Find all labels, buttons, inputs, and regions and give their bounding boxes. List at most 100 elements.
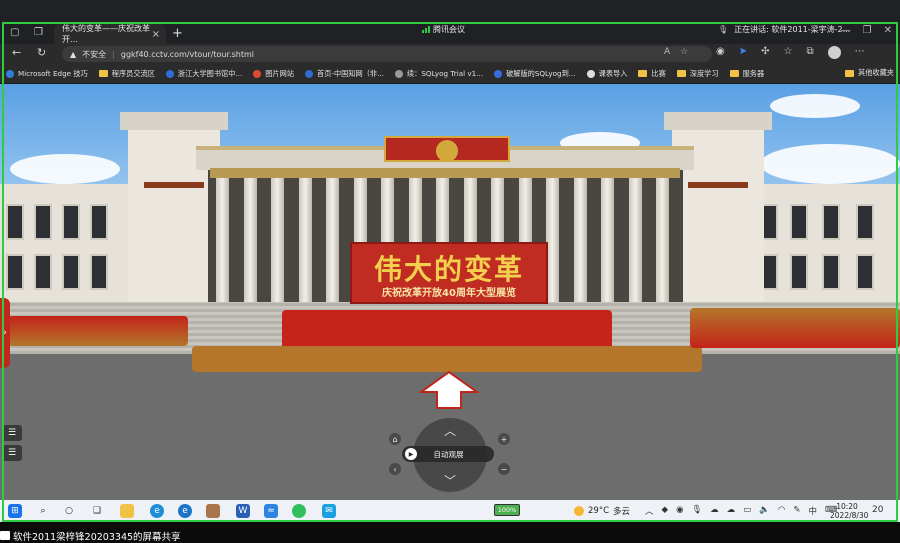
chevron-down-icon[interactable]: ﹀ xyxy=(413,472,487,489)
bookmark-item[interactable]: 深度学习 xyxy=(676,68,719,79)
exhibit-banner[interactable]: 伟大的变革 庆祝改革开放40周年大型展览 xyxy=(350,242,548,304)
battery-indicator[interactable]: 100% xyxy=(494,504,520,516)
bookmark-item[interactable]: 比赛 xyxy=(638,68,666,79)
refresh-icon[interactable]: ↻ xyxy=(37,46,46,59)
add-favorite-icon[interactable]: ☆ xyxy=(680,47,688,57)
battery-label: 100% xyxy=(497,506,517,514)
security-status[interactable]: 不安全 xyxy=(82,49,106,60)
zoom-in-icon[interactable]: + xyxy=(498,433,510,445)
column xyxy=(216,178,229,302)
bookmark-label: 首页-中国知网（非... xyxy=(317,68,384,78)
screen-share-text: 软件2011梁梓锋20203345的屏幕共享 xyxy=(13,531,181,543)
bookmark-item[interactable]: 图片网站 xyxy=(253,69,294,79)
minimize-icon[interactable]: — xyxy=(841,25,851,36)
profile-avatar[interactable] xyxy=(827,46,841,59)
bookmark-label: 破解版的SQLyog到... xyxy=(506,68,576,78)
move-forward-arrow-icon[interactable] xyxy=(419,370,479,410)
address-actions: A ☆ xyxy=(664,47,688,57)
flower-bed-left xyxy=(8,316,188,346)
extension-puzzle-icon[interactable]: ✣ xyxy=(761,46,769,59)
bookmark-label: 课表导入 xyxy=(598,68,628,78)
bookmark-item[interactable]: 课表导入 xyxy=(586,68,628,79)
browser-icon[interactable]: e xyxy=(178,504,192,518)
app-icon[interactable] xyxy=(206,504,220,518)
rotate-left-icon[interactable]: ‹ xyxy=(389,463,401,475)
menu-list-icon[interactable]: ☰ xyxy=(2,445,22,461)
bookmark-item[interactable]: 服务器 xyxy=(729,69,764,79)
auto-tour-button[interactable]: ▶ 自动观展 xyxy=(402,446,494,462)
bookmark-item[interactable]: 浙江大学图书馆中... xyxy=(165,69,242,79)
home-icon[interactable]: ⌂ xyxy=(389,433,401,445)
edge-icon[interactable]: e xyxy=(150,504,164,518)
close-window-icon[interactable]: ✕ xyxy=(884,25,892,36)
column xyxy=(298,178,312,302)
bookmark-label: 深度学习 xyxy=(689,68,719,78)
address-bar[interactable]: ▲ 不安全 | ggkf40.cctv.com/vtour/tour.shtml xyxy=(62,46,712,62)
bookmark-item[interactable]: Microsoft Edge 技巧 xyxy=(6,69,88,79)
cloud-icon[interactable]: ☁ xyxy=(710,505,719,517)
scene-list-icon[interactable]: ☰ xyxy=(2,425,22,441)
speaker-icon[interactable]: 🔈 xyxy=(759,505,770,517)
bookmark-item[interactable]: 程序员交流区 xyxy=(98,69,155,79)
message-app-icon[interactable]: ✉ xyxy=(322,504,336,518)
search-icon[interactable]: ⌕ xyxy=(36,504,50,518)
favorites-icon[interactable]: ☆ xyxy=(784,46,793,59)
temperature: 29°C xyxy=(588,506,610,516)
meeting-indicator[interactable]: 腾讯会议 xyxy=(422,24,465,35)
file-explorer-icon[interactable] xyxy=(120,504,134,518)
task-view-icon[interactable]: ❏ xyxy=(90,504,104,518)
chevron-up-icon[interactable]: ︿ xyxy=(413,422,487,439)
pen-icon[interactable]: ✎ xyxy=(793,505,800,517)
bookmark-item[interactable]: 首页-中国知网（非... xyxy=(305,69,384,79)
column xyxy=(573,178,587,302)
network-icon[interactable]: ▭ xyxy=(743,505,751,517)
separator: | xyxy=(112,49,115,59)
folder-icon xyxy=(729,70,739,77)
workspace-icon[interactable]: ▢ xyxy=(10,27,19,38)
sqlyog-icon xyxy=(394,69,403,78)
weather-widget[interactable]: 29°C 多云 xyxy=(574,505,630,517)
show-hidden-icons-icon[interactable]: ︿ xyxy=(645,505,654,517)
zoom-out-icon[interactable]: − xyxy=(498,463,510,475)
bookmark-item[interactable]: 破解版的SQLyog到... xyxy=(494,69,576,79)
close-tab-icon[interactable]: × xyxy=(152,29,160,40)
tab-active[interactable]: 伟大的变革——庆祝改革开… × xyxy=(54,24,166,44)
read-aloud-icon[interactable]: A xyxy=(664,47,670,57)
word-icon[interactable]: W xyxy=(236,504,250,518)
cortana-icon[interactable]: ○ xyxy=(62,504,76,518)
tray-app-icon[interactable]: ◆ xyxy=(662,505,669,517)
restore-icon[interactable]: ❐ xyxy=(863,25,872,36)
meeting-app-icon[interactable]: ≈ xyxy=(264,504,278,518)
clock[interactable]: 10:20 2022/8/30 xyxy=(830,502,869,520)
collections-icon[interactable]: ⧉ xyxy=(806,46,813,59)
screen-share-label: 软件2011梁梓锋20203345的屏幕共享 xyxy=(0,528,181,543)
expand-panel-icon[interactable]: › xyxy=(0,298,10,368)
bookmark-item[interactable]: 续：SQLyog Trial v1... xyxy=(394,69,483,79)
microphone-icon[interactable]: 🎙 xyxy=(691,505,702,517)
extension-arrow-icon[interactable]: ➤ xyxy=(739,46,747,59)
extension-cookie-icon[interactable]: ◉ xyxy=(716,46,725,59)
right-tower xyxy=(664,112,772,302)
national-emblem xyxy=(384,136,510,162)
play-icon[interactable]: ▶ xyxy=(405,448,417,460)
more-icon[interactable]: ⋯ xyxy=(855,46,865,59)
onedrive-icon[interactable]: ☁ xyxy=(727,505,736,517)
wechat-icon[interactable] xyxy=(292,504,306,518)
url-text[interactable]: ggkf40.cctv.com/vtour/tour.shtml xyxy=(121,50,254,59)
clock-date: 2022/8/30 xyxy=(830,511,869,520)
notification-center[interactable]: 20 xyxy=(872,505,883,515)
flower-bed-red xyxy=(282,310,612,350)
screen-share-icon xyxy=(0,531,10,540)
other-favorites[interactable]: 其他收藏夹 xyxy=(845,68,894,78)
wifi-icon[interactable]: ◠ xyxy=(778,505,785,517)
other-favorites-label: 其他收藏夹 xyxy=(858,68,894,77)
extension-icons: ◉ ➤ ✣ ☆ ⧉ ⋯ xyxy=(716,46,865,59)
back-icon[interactable]: ← xyxy=(12,46,21,59)
qq-icon[interactable]: ◉ xyxy=(676,505,683,517)
bookmark-label: 比赛 xyxy=(651,68,666,78)
notification-count: 20 xyxy=(872,505,884,515)
tab-actions-icon[interactable]: ❐ xyxy=(34,27,43,38)
input-method[interactable]: 中 xyxy=(808,505,817,517)
start-icon[interactable]: ⊞ xyxy=(8,504,22,518)
new-tab-icon[interactable]: + xyxy=(172,26,183,41)
